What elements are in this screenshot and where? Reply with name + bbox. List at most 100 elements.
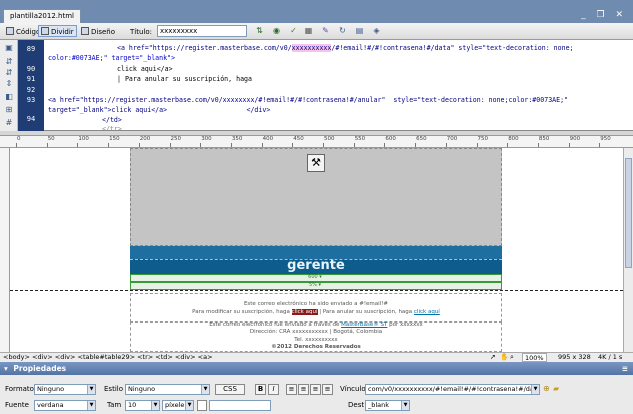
hand-tool-icon[interactable]: ✋ (500, 353, 509, 362)
size-select[interactable]: 10 ▼ (125, 400, 160, 411)
check-compat-icon[interactable]: ▦ (303, 26, 314, 36)
target-label: Dest (348, 401, 365, 409)
style-label: Estilo (104, 385, 123, 393)
window-controls[interactable]: _ ❐ ✕ (581, 10, 627, 20)
ruler-mark-label: 200 (139, 136, 151, 142)
dreamweaver-window: plantilla2012.html _ ❐ ✕ Código Dividir … (0, 0, 633, 414)
document-tab[interactable]: plantilla2012.html (3, 9, 81, 23)
color-input[interactable] (209, 400, 271, 411)
target-value: _blank (368, 401, 390, 409)
properties-title: Propiedades (13, 364, 67, 373)
title-input[interactable]: xxxxxxxxx (157, 25, 247, 37)
expand-all-icon[interactable]: ⇕ (4, 80, 14, 88)
vertical-scrollbar[interactable] (623, 148, 633, 352)
italic-button[interactable]: I (268, 384, 279, 395)
tag-selector[interactable]: <body> <div> <div> <table#table29> <tr> … (3, 353, 213, 362)
balance-braces-icon[interactable]: ⊞ (4, 106, 14, 114)
ruler-tick (169, 143, 171, 147)
ruler-tick (323, 143, 324, 147)
code-line-93: <a href="https://register.masterbase.com… (48, 96, 568, 104)
select-parent-icon[interactable]: ◧ (4, 93, 14, 101)
open-documents-icon[interactable]: ▣ (4, 44, 14, 52)
align-justify-button[interactable]: ≡ (322, 384, 333, 395)
split-view-button[interactable]: Dividir (38, 25, 77, 37)
code-pane[interactable]: ▣ ⇵ ⇵ ⇕ ◧ ⊞ # 89 90 91 92 93 94 <a href=… (0, 40, 633, 133)
style-select[interactable]: Ninguno ▼ (125, 384, 210, 395)
dropdown-arrow-icon: ▼ (185, 401, 193, 410)
footer-line-2: Dirección: CRA xxxxxxxxxxx | Bogotá, Col… (249, 329, 383, 335)
select-tool-icon[interactable]: ➚ (490, 353, 496, 362)
modify-subscription-link[interactable]: click aquí (291, 309, 318, 315)
ruler-tick (599, 143, 601, 147)
notice-block[interactable] (130, 293, 502, 322)
table-width-label: 600 ▾ (308, 274, 322, 280)
ruler-tick (415, 143, 417, 147)
ruler-tick (200, 143, 202, 147)
link-label: Vínculo (340, 385, 366, 393)
target-select[interactable]: _blank ▼ (365, 400, 410, 411)
image-icon[interactable]: ⚒ (307, 154, 325, 172)
code-view-label: Código (16, 28, 41, 36)
notice-text: Para modificar su suscripción, haga (192, 309, 292, 315)
ruler-mark-label: 750 (477, 136, 489, 142)
design-view-button[interactable]: Diseño (78, 25, 118, 37)
line-number: 89 (26, 45, 36, 53)
masterbase-link[interactable]: MasterBase® ST (341, 322, 387, 328)
split-view-icon (41, 27, 49, 35)
color-picker[interactable] (197, 400, 207, 411)
document-toolbar: Código Dividir Diseño Título: xxxxxxxxx … (0, 23, 633, 40)
font-label: Fuente (5, 401, 29, 409)
align-right-button[interactable]: ≡ (310, 384, 321, 395)
ruler-mark-label: 550 (354, 136, 366, 142)
ruler-mark-label: 250 (170, 136, 182, 142)
notice-line-1: Este correo electrónico ha sido enviado … (243, 301, 389, 307)
unsubscribe-link[interactable]: click aquí (414, 309, 440, 315)
point-to-file-icon[interactable]: ⊕ (543, 384, 550, 393)
code-segment: color:#0073AE;" target="_blank"> (48, 54, 176, 62)
code-segment: <a href="https://register.masterbase.com… (117, 44, 292, 52)
zoom-tool-icon[interactable]: ⌕ (510, 353, 514, 362)
code-line-89-wrap: color:#0073AE;" target="_blank"> (48, 54, 175, 62)
collapse-selection-icon[interactable]: ⇵ (4, 69, 14, 77)
line-numbers-icon[interactable]: # (4, 119, 14, 127)
zoom-select[interactable]: 100% (522, 353, 547, 362)
footer-line-4: ©2012 Derechos Reservados (271, 344, 361, 350)
collapse-icon[interactable]: ▾ (4, 364, 8, 373)
design-view-icon (81, 27, 89, 35)
browse-folder-icon[interactable]: ▰ (553, 384, 559, 393)
validate-icon[interactable]: ✓ (288, 26, 299, 36)
collapse-tag-icon[interactable]: ⇵ (4, 58, 14, 66)
visual-aids-icon[interactable]: ◈ (371, 26, 382, 36)
dropdown-arrow-icon: ▼ (531, 385, 539, 394)
refresh-icon[interactable]: ↻ (337, 26, 348, 36)
horizontal-ruler: 0 50 100 150 200 250 300 350 400 450 500 550 600 650 7… (0, 136, 633, 148)
font-select[interactable]: verdana ▼ (34, 400, 96, 411)
align-left-button[interactable]: ≡ (286, 384, 297, 395)
ruler-tick (108, 143, 110, 147)
ruler-tick (16, 143, 17, 147)
status-bar: <body> <div> <div> <table#table29> <tr> … (0, 352, 633, 362)
file-management-icon[interactable]: ⇅ (254, 26, 265, 36)
ruler-tick (476, 143, 478, 147)
design-view[interactable]: ⚒ gerente 600 ▾ 5% ▾ Este correo electró… (10, 148, 623, 352)
ruler-mark-label: 600 (385, 136, 396, 142)
unit-select[interactable]: píxele ▼ (162, 400, 194, 411)
css-button[interactable]: CSS (215, 384, 245, 395)
preview-browser-icon[interactable]: ◉ (271, 26, 282, 36)
align-center-button[interactable]: ≡ (298, 384, 309, 395)
bold-button[interactable]: B (255, 384, 266, 395)
ruler-mark-label: 400 (262, 136, 274, 142)
view-options-icon[interactable]: ▤ (354, 26, 365, 36)
debug-icon[interactable]: ✎ (320, 26, 331, 36)
link-input[interactable]: com/v0/xxxxxxxxxx/#!email!#/#!contrasena… (365, 384, 540, 395)
vertical-ruler (0, 148, 10, 352)
ruler-mark-label: 450 (293, 136, 304, 142)
scroll-thumb[interactable] (625, 158, 632, 268)
div-boundary (10, 290, 623, 291)
ruler-tick (230, 143, 232, 147)
panel-options-icon[interactable]: ≡ (622, 362, 628, 375)
window-size[interactable]: 995 x 328 (558, 353, 591, 362)
ruler-tick (261, 143, 263, 147)
format-select[interactable]: Ninguno ▼ (34, 384, 96, 395)
properties-header[interactable]: ▾ Propiedades ≡ (0, 362, 633, 375)
